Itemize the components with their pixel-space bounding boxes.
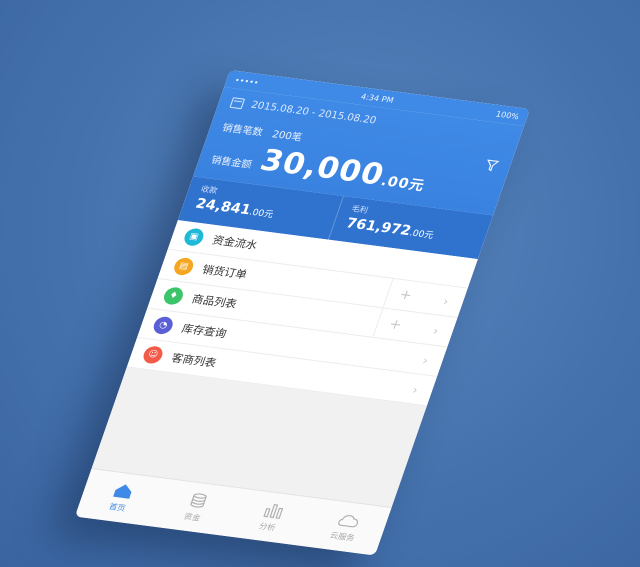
- tab-cloud[interactable]: 云服务: [300, 498, 392, 555]
- add-order-button[interactable]: +: [382, 278, 428, 312]
- tab-label: 分析: [257, 521, 277, 533]
- sales-count-label: 销售笔数: [220, 122, 265, 139]
- stage: ••••• 4:34 PM 100% 2015.08.20 - 2015.08.…: [0, 0, 640, 567]
- add-product-button[interactable]: +: [372, 308, 418, 342]
- calendar-icon[interactable]: [229, 96, 246, 109]
- bars-icon: [262, 503, 283, 519]
- chart-pie-icon: ◔: [151, 315, 176, 336]
- tab-label: 云服务: [328, 531, 356, 543]
- wallet-icon: ▣: [181, 227, 206, 247]
- cloud-icon: [337, 514, 358, 528]
- chevron-right-icon: ›: [420, 353, 431, 368]
- order-icon: ▤: [171, 256, 196, 277]
- menu-item-label: 客商列表: [169, 351, 218, 370]
- chevron-right-icon: ›: [410, 383, 420, 397]
- customer-icon: ☺: [141, 345, 165, 365]
- tab-label: 首页: [107, 502, 127, 513]
- status-time: 4:34 PM: [359, 91, 395, 105]
- sales-count-value: 200笔: [270, 129, 304, 144]
- menu-item-label: 库存查询: [179, 322, 229, 341]
- signal-indicator: •••••: [233, 75, 261, 87]
- menu-item-label: 商品列表: [190, 292, 239, 311]
- coins-icon: [189, 493, 207, 508]
- sales-amount-label: 销售金额: [209, 155, 253, 171]
- tab-label: 资金: [182, 512, 202, 523]
- phone-screen: ••••• 4:34 PM 100% 2015.08.20 - 2015.08.…: [74, 70, 531, 556]
- battery-level: 100%: [494, 109, 521, 121]
- chevron-right-icon: ›: [441, 294, 451, 309]
- home-icon: [112, 484, 131, 499]
- chevron-right-icon: ›: [430, 324, 441, 339]
- filter-icon[interactable]: [485, 159, 500, 172]
- menu-item-label: 资金流水: [210, 233, 259, 252]
- menu-item-label: 销货订单: [200, 263, 249, 282]
- shirt-icon: ♦: [161, 286, 186, 306]
